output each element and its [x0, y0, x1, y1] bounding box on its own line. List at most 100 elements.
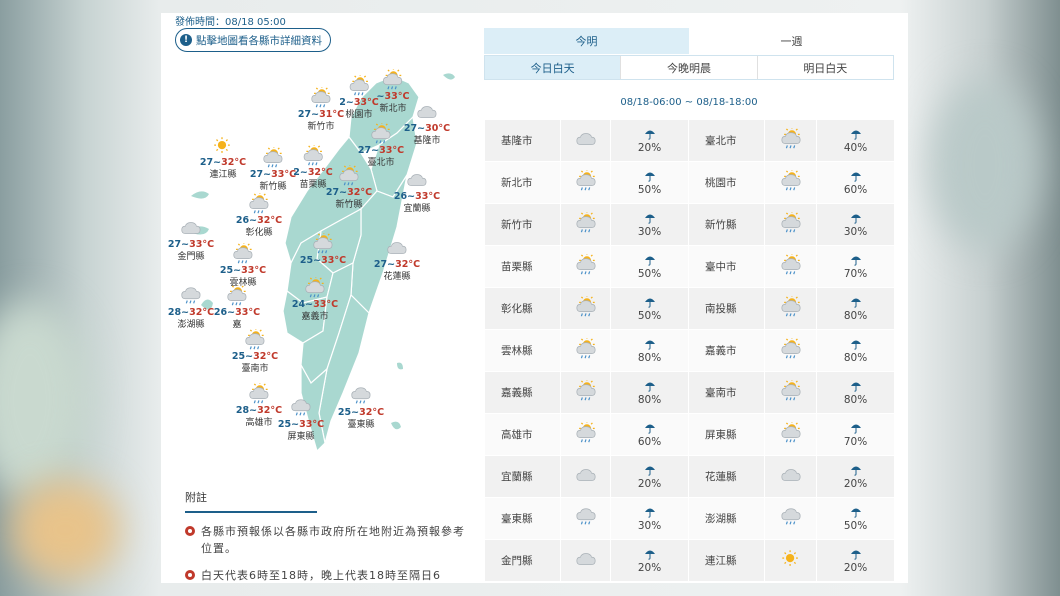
city-name[interactable]: 臺東縣 [484, 497, 561, 540]
city-name[interactable]: 花蓮縣 [688, 455, 765, 498]
cloud-icon [168, 217, 214, 239]
sun-cloud-rain-icon [358, 123, 404, 145]
sun-cloud-rain-icon [214, 285, 260, 307]
city-name[interactable]: 臺中市 [688, 245, 765, 288]
city-name[interactable]: 宜蘭縣 [484, 455, 561, 498]
sun-cloud-rain-icon [250, 147, 296, 169]
notes-section: 附註 各縣市預報係以各縣市政府所在地附近為預報參考位置。 白天代表6時至18時，… [185, 489, 465, 583]
cloud-icon [780, 469, 802, 489]
city-name: 基隆市 [413, 135, 441, 146]
city-name[interactable]: 新竹縣 [688, 203, 765, 246]
rain-probability: 30% [610, 497, 689, 540]
tab-week[interactable]: 一週 [689, 28, 894, 54]
table-row: 彰化縣 50% 南投縣 80% [484, 287, 895, 330]
city-name: 新竹縣 [335, 199, 363, 210]
map-city-marker[interactable]: 28~32°C 高雄市 [236, 383, 282, 428]
rain-probability: 30% [610, 203, 689, 246]
weather-cell [764, 329, 817, 372]
city-name[interactable]: 苗栗縣 [484, 245, 561, 288]
table-row: 宜蘭縣 20% 花蓮縣 20% [484, 455, 895, 498]
map-city-marker[interactable]: 2~33°C 桃園市 [339, 75, 379, 120]
sun-cloud-rain-icon [300, 233, 346, 255]
sun-cloud-rain-icon [780, 126, 802, 153]
city-name[interactable]: 新北市 [484, 161, 561, 204]
city-name[interactable]: 桃園市 [688, 161, 765, 204]
umbrella-icon [611, 212, 688, 224]
background-blur [930, 80, 1040, 250]
table-row: 新北市 50% 桃園市 60% [484, 161, 895, 204]
note-item: 各縣市預報係以各縣市政府所在地附近為預報參考位置。 [185, 523, 465, 557]
city-name[interactable]: 新竹市 [484, 203, 561, 246]
temperature-range: 25~33°C [219, 265, 267, 276]
bullet-icon [185, 526, 195, 536]
city-name[interactable]: 基隆市 [484, 119, 561, 162]
map-city-marker[interactable]: 25~32°C 臺南市 [232, 329, 278, 374]
rain-probability: 60% [610, 413, 689, 456]
city-name[interactable]: 南投縣 [688, 287, 765, 330]
city-name: 高雄市 [245, 417, 273, 428]
map-city-marker[interactable]: 27~32°C 花蓮縣 [374, 237, 420, 282]
temperature-range: 27~30°C [403, 123, 451, 134]
city-name[interactable]: 彰化縣 [484, 287, 561, 330]
city-name[interactable]: 高雄市 [484, 413, 561, 456]
sun-cloud-rain-icon [780, 336, 802, 363]
map-city-marker[interactable]: 27~31°C 新竹市 [298, 87, 344, 132]
sun-cloud-rain-icon [575, 294, 597, 321]
map-city-marker[interactable]: 25~32°C 臺東縣 [338, 385, 384, 430]
city-name[interactable]: 金門縣 [484, 539, 561, 582]
weather-cell [560, 119, 611, 162]
city-name[interactable]: 雲林縣 [484, 329, 561, 372]
map-city-marker[interactable]: 27~32°C 新竹縣 [326, 165, 372, 210]
umbrella-icon [611, 464, 688, 476]
map-city-marker[interactable]: 26~33°C 嘉 [214, 285, 260, 330]
temperature-range: 27~32°C [373, 259, 421, 270]
rain-probability: 80% [610, 371, 689, 414]
table-row: 新竹市 30% 新竹縣 30% [484, 203, 895, 246]
city-name[interactable]: 臺北市 [688, 119, 765, 162]
city-name[interactable]: 屏東縣 [688, 413, 765, 456]
table-row: 嘉義縣 80% 臺南市 80% [484, 371, 895, 414]
umbrella-icon [817, 380, 894, 392]
umbrella-icon [611, 506, 688, 518]
city-name: 金門縣 [177, 251, 205, 262]
map-city-marker[interactable]: 27~33°C 臺北市 [358, 123, 404, 168]
map-city-marker[interactable]: 27~30°C 基隆市 [404, 101, 450, 146]
city-name[interactable]: 澎湖縣 [688, 497, 765, 540]
map-city-marker[interactable]: 25~33°C 屏東縣 [278, 397, 324, 442]
city-name: 桃園市 [345, 109, 373, 120]
weather-cell [560, 329, 611, 372]
city-name: 新竹市 [307, 121, 335, 132]
umbrella-icon [611, 338, 688, 350]
tab-tomorrow-day[interactable]: 明日白天 [758, 56, 893, 79]
map-city-marker[interactable]: 27~32°C 連江縣 [200, 135, 246, 180]
table-row: 苗栗縣 50% 臺中市 70% [484, 245, 895, 288]
city-name[interactable]: 臺南市 [688, 371, 765, 414]
forecast-table: 基隆市 20% 臺北市 40% 新北市 50% 桃園市 60% 新竹市 30% 新竹縣 30% 苗栗縣 5… [484, 119, 895, 582]
city-name[interactable]: 連江縣 [688, 539, 765, 582]
city-name[interactable]: 嘉義縣 [484, 371, 561, 414]
weather-cell [764, 413, 817, 456]
map-city-marker[interactable]: 26~32°C 彰化縣 [236, 193, 282, 238]
umbrella-icon [611, 128, 688, 140]
city-name[interactable]: 嘉義市 [688, 329, 765, 372]
bullet-icon [185, 570, 195, 580]
map-city-marker[interactable]: 27~33°C 新竹縣 [250, 147, 296, 192]
weather-cell [560, 371, 611, 414]
period-tabs: 今日白天 今晚明晨 明日白天 [484, 55, 894, 80]
map-city-marker[interactable]: 25~33°C [300, 233, 346, 266]
city-name: 澎湖縣 [177, 319, 205, 330]
tab-tonight[interactable]: 今晚明晨 [621, 56, 758, 79]
temperature-range: 28~32°C [167, 307, 215, 318]
umbrella-icon [611, 548, 688, 560]
rain-probability: 30% [816, 203, 895, 246]
map-island-matsu-west [191, 191, 209, 199]
map-city-marker[interactable]: 28~32°C 澎湖縣 [168, 285, 214, 330]
map-city-marker[interactable]: 26~33°C 宜蘭縣 [394, 169, 440, 214]
temperature-range: 27~31°C [297, 109, 345, 120]
map-city-marker[interactable]: 25~33°C 雲林縣 [220, 243, 266, 288]
temperature-range: 25~33°C [277, 419, 325, 430]
tab-today-tomorrow[interactable]: 今明 [484, 28, 689, 54]
map-city-marker[interactable]: 27~33°C 金門縣 [168, 217, 214, 262]
tab-today-day[interactable]: 今日白天 [485, 56, 622, 79]
map-city-marker[interactable]: 24~33°C 嘉義市 [292, 277, 338, 322]
